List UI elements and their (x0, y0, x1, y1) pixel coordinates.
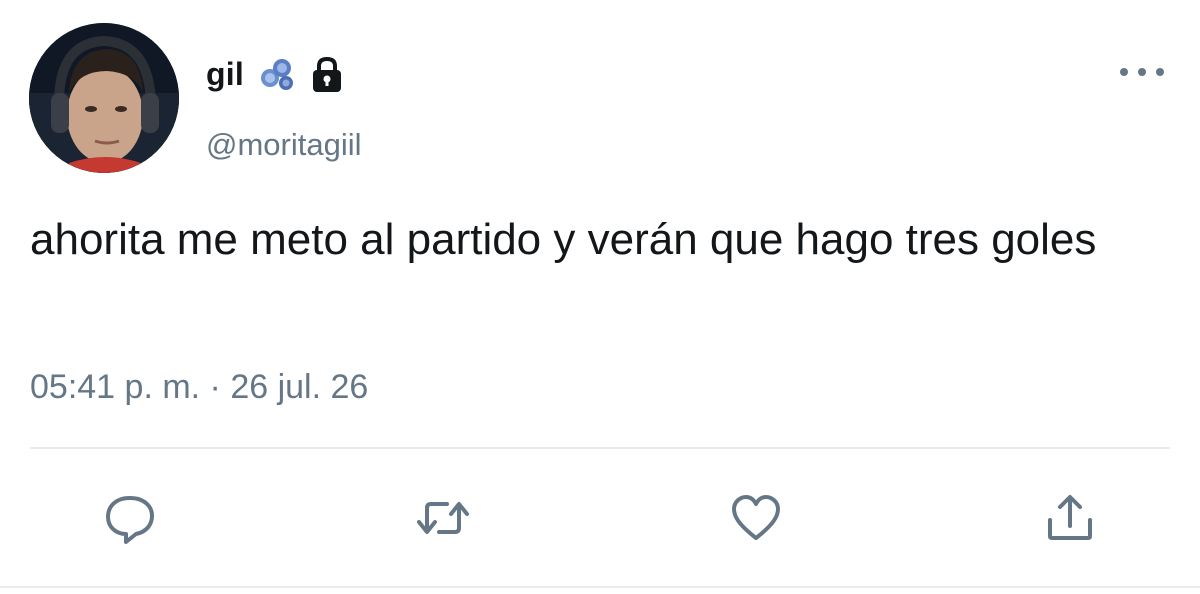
share-button[interactable] (1040, 488, 1100, 548)
tweet-card: gil @moritagiil ahorita me meto al parti… (0, 0, 1200, 594)
retweet-button[interactable] (413, 488, 473, 548)
author-name-row: gil (206, 52, 346, 96)
divider (30, 447, 1170, 449)
tweet-timestamp[interactable]: 05:41 p. m. · 26 jul. 26 (30, 368, 368, 407)
more-dot-icon (1120, 68, 1128, 76)
blue-gloves-emoji-icon (256, 56, 296, 92)
bottom-divider (0, 586, 1200, 588)
avatar[interactable] (29, 23, 179, 173)
more-dot-icon (1138, 68, 1146, 76)
lock-icon (308, 54, 346, 94)
tweet-text: ahorita me meto al partido y verán que h… (30, 215, 1097, 264)
speech-bubble-icon (106, 496, 154, 544)
reply-button[interactable] (100, 488, 160, 548)
heart-icon (732, 495, 780, 540)
retweet-arrows-icon (417, 502, 469, 534)
more-dot-icon (1156, 68, 1164, 76)
upload-icon (1048, 495, 1092, 540)
like-button[interactable] (726, 488, 786, 548)
display-name[interactable]: gil (206, 56, 244, 93)
more-options-button[interactable] (1120, 60, 1164, 84)
author-handle[interactable]: @moritagiil (206, 127, 362, 163)
profile-photo (29, 23, 179, 173)
